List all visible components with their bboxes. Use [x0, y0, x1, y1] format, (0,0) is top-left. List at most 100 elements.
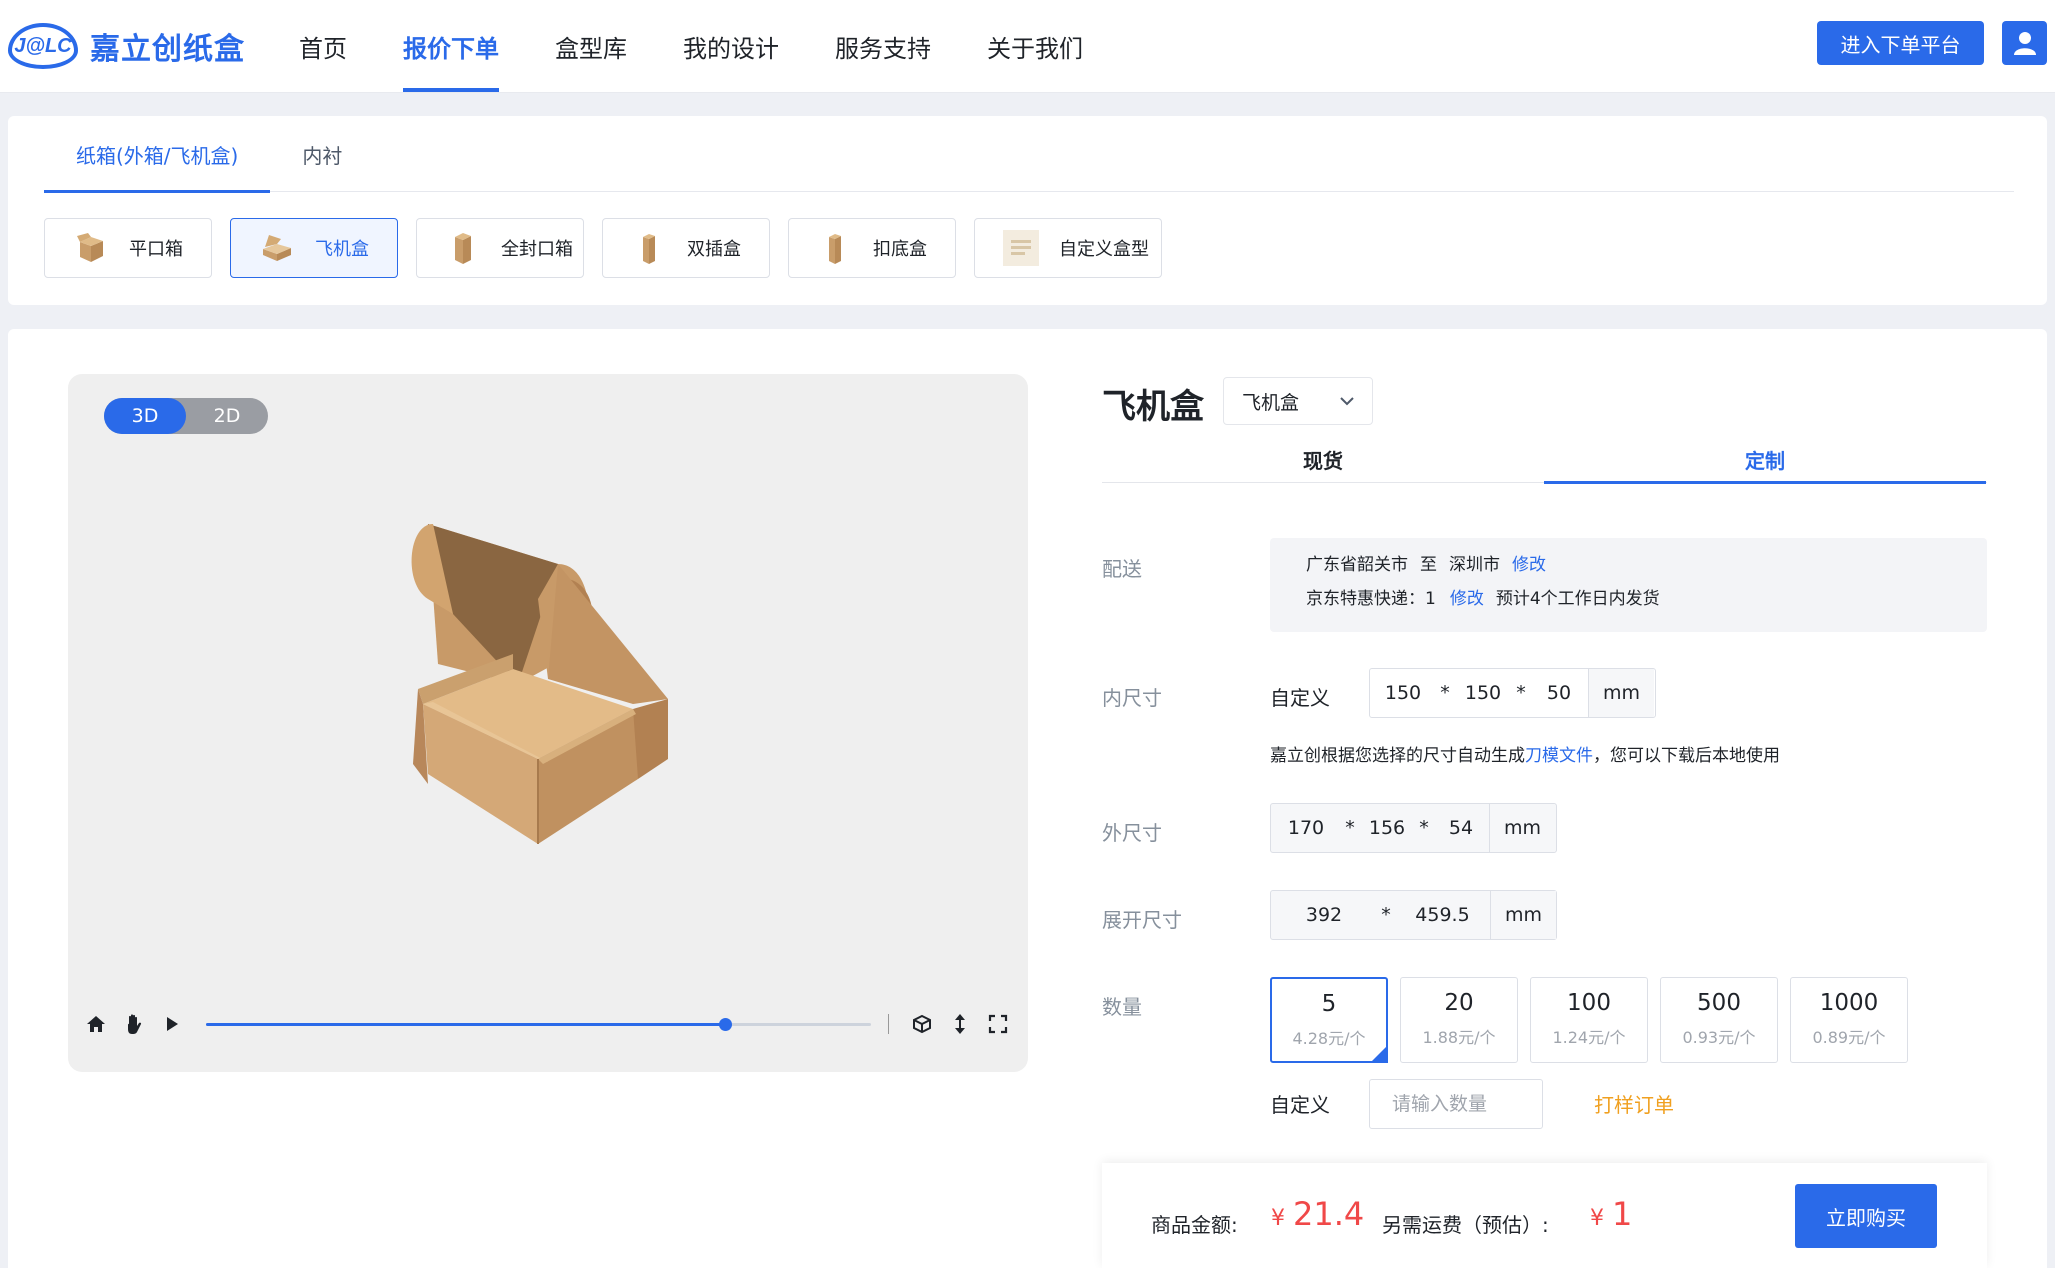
enter-order-platform-button[interactable]: 进入下单平台: [1817, 21, 1984, 65]
unfold-size-display: 392 * 459.5 mm: [1270, 890, 1557, 940]
dim-separator: *: [1440, 682, 1450, 704]
hint-suffix: ，您可以下载后本地使用: [1593, 746, 1780, 766]
unit-price: 0.89元/个: [1812, 1028, 1886, 1047]
logo-text: 嘉立创纸盒: [90, 32, 245, 67]
quantity-option-500[interactable]: 500 0.93元/个: [1660, 977, 1778, 1063]
box-type-label: 飞机盒: [315, 239, 369, 260]
viewer-controls: [68, 1004, 1028, 1044]
amount-label: 商品金额:: [1151, 1213, 1238, 1237]
sample-order-link[interactable]: 打样订单: [1594, 1089, 1674, 1118]
currency-symbol: ¥: [1590, 1206, 1604, 1231]
main-nav: 首页 报价下单 盒型库 我的设计 服务支持 关于我们: [280, 0, 1120, 92]
quantity-option-100[interactable]: 100 1.24元/个: [1530, 977, 1648, 1063]
fullscreen-icon[interactable]: [984, 1010, 1012, 1038]
tab-custom[interactable]: 定制: [1544, 435, 1986, 484]
nav-about-us[interactable]: 关于我们: [968, 0, 1102, 92]
order-summary-bar: 商品金额: ¥21.4 另需运费（预估）: ¥1 立即购买: [1102, 1163, 1987, 1268]
category-tabs: 纸箱(外箱/飞机盒) 内衬: [44, 116, 2014, 193]
outer-length-value: 170: [1287, 817, 1325, 839]
unit-price: 4.28元/个: [1292, 1029, 1366, 1048]
product-type-select[interactable]: 飞机盒: [1223, 377, 1373, 425]
unfold-length-value: 392: [1305, 904, 1343, 926]
inner-width-input[interactable]: 150: [1454, 682, 1512, 704]
chevron-down-icon: [1340, 397, 1354, 406]
dim-separator: *: [1419, 817, 1429, 839]
category-panel: 纸箱(外箱/飞机盒) 内衬 平口箱 飞机盒 全封口箱 双插盒 扣底盒 自定义盒型: [8, 116, 2047, 305]
box-type-full-seal-box[interactable]: 全封口箱: [416, 218, 584, 278]
inner-size-unit: mm: [1588, 669, 1654, 717]
box-type-label: 扣底盒: [873, 239, 927, 260]
quantity-label: 数量: [1102, 995, 1142, 1019]
nav-my-designs[interactable]: 我的设计: [664, 0, 798, 92]
box-type-double-tuck-box[interactable]: 双插盒: [602, 218, 770, 278]
box-3d-viewer[interactable]: 3D 2D: [68, 374, 1028, 1072]
vertical-move-icon[interactable]: [946, 1010, 974, 1038]
buy-now-button[interactable]: 立即购买: [1795, 1184, 1937, 1248]
progress-fill: [206, 1023, 725, 1026]
box-type-mailer-box[interactable]: 飞机盒: [230, 218, 398, 278]
amount-number: 21.4: [1293, 1195, 1365, 1233]
inner-length-input[interactable]: 150: [1370, 682, 1436, 704]
mailer-box-3d-model[interactable]: [378, 504, 708, 864]
inner-size-label: 内尺寸: [1102, 686, 1162, 710]
unfold-size-unit: mm: [1490, 891, 1556, 939]
nav-box-library[interactable]: 盒型库: [536, 0, 646, 92]
main-content: 3D 2D 飞机盒 飞机盒 现货 定制 配送 广东省韶关市 至 深圳市 修改 京…: [8, 329, 2047, 1268]
outer-size-display: 170 * 156 * 54 mm: [1270, 803, 1557, 853]
mode-2d-button[interactable]: 2D: [186, 398, 268, 434]
tab-inner-lining[interactable]: 内衬: [270, 116, 374, 192]
user-button[interactable]: [2002, 21, 2047, 65]
outer-height-value: 54: [1448, 817, 1474, 839]
tab-carton[interactable]: 纸箱(外箱/飞机盒): [44, 116, 271, 193]
animation-progress-slider[interactable]: [206, 1018, 871, 1031]
pan-hand-icon[interactable]: [120, 1010, 148, 1038]
shipping-courier-line: 京东特惠快递：1 修改 预计4个工作日内发货: [1306, 584, 1660, 609]
modify-courier-link[interactable]: 修改: [1450, 584, 1484, 609]
play-icon[interactable]: [158, 1010, 186, 1038]
modify-route-link[interactable]: 修改: [1512, 550, 1546, 575]
delivery-eta: 预计4个工作日内发货: [1495, 588, 1660, 609]
box-type-lock-bottom-box[interactable]: 扣底盒: [788, 218, 956, 278]
box-type-label: 平口箱: [129, 239, 183, 260]
product-title: 飞机盒: [1102, 387, 1204, 427]
inner-size-input-group: 150 * 150 * 50 mm: [1369, 668, 1656, 718]
dim-separator: *: [1516, 682, 1526, 704]
user-icon: [2013, 32, 2036, 55]
quantity-option-5[interactable]: 5 4.28元/个: [1270, 977, 1388, 1063]
logo-mark: J@LC: [8, 23, 78, 69]
outer-width-value: 156: [1368, 817, 1406, 839]
progress-knob[interactable]: [718, 1018, 732, 1031]
inner-height-input[interactable]: 50: [1530, 682, 1588, 704]
dim-separator: *: [1345, 817, 1355, 839]
currency-symbol: ¥: [1271, 1206, 1285, 1231]
shipping-label: 配送: [1102, 557, 1142, 581]
shipping-fee-value: ¥1: [1590, 1195, 1632, 1233]
home-icon[interactable]: [82, 1010, 110, 1038]
cube-view-icon[interactable]: [908, 1010, 936, 1038]
nav-quote-order[interactable]: 报价下单: [384, 0, 518, 92]
box-type-flat-box[interactable]: 平口箱: [44, 218, 212, 278]
tab-in-stock[interactable]: 现货: [1102, 435, 1544, 483]
nav-home[interactable]: 首页: [280, 0, 366, 92]
shipping-route-line: 广东省韶关市 至 深圳市 修改: [1306, 550, 1546, 575]
mailer-box-icon: [259, 230, 295, 266]
mode-3d-button[interactable]: 3D: [104, 398, 186, 434]
amount-value: ¥21.4: [1271, 1195, 1364, 1233]
quantity-option-1000[interactable]: 1000 0.89元/个: [1790, 977, 1908, 1063]
outer-size-unit: mm: [1489, 804, 1555, 852]
unit-price: 0.93元/个: [1682, 1028, 1756, 1047]
custom-quantity-label: 自定义: [1270, 1093, 1330, 1117]
brand-logo[interactable]: J@LC 嘉立创纸盒: [8, 22, 245, 70]
nav-service-support[interactable]: 服务支持: [816, 0, 950, 92]
quantity-value: 5: [1321, 991, 1337, 1017]
ship-from: 广东省韶关市: [1306, 554, 1408, 575]
quantity-option-20[interactable]: 20 1.88元/个: [1400, 977, 1518, 1063]
custom-box-icon: [1003, 230, 1039, 266]
box-type-custom-box[interactable]: 自定义盒型: [974, 218, 1162, 278]
box-type-label: 自定义盒型: [1059, 239, 1149, 260]
product-select-value: 飞机盒: [1242, 391, 1300, 414]
die-cut-file-link[interactable]: 刀模文件: [1525, 746, 1593, 766]
courier-info: 京东特惠快递：1: [1306, 588, 1436, 609]
custom-quantity-input[interactable]: [1369, 1079, 1543, 1129]
box-type-list: 平口箱 飞机盒 全封口箱 双插盒 扣底盒 自定义盒型: [44, 218, 1180, 278]
